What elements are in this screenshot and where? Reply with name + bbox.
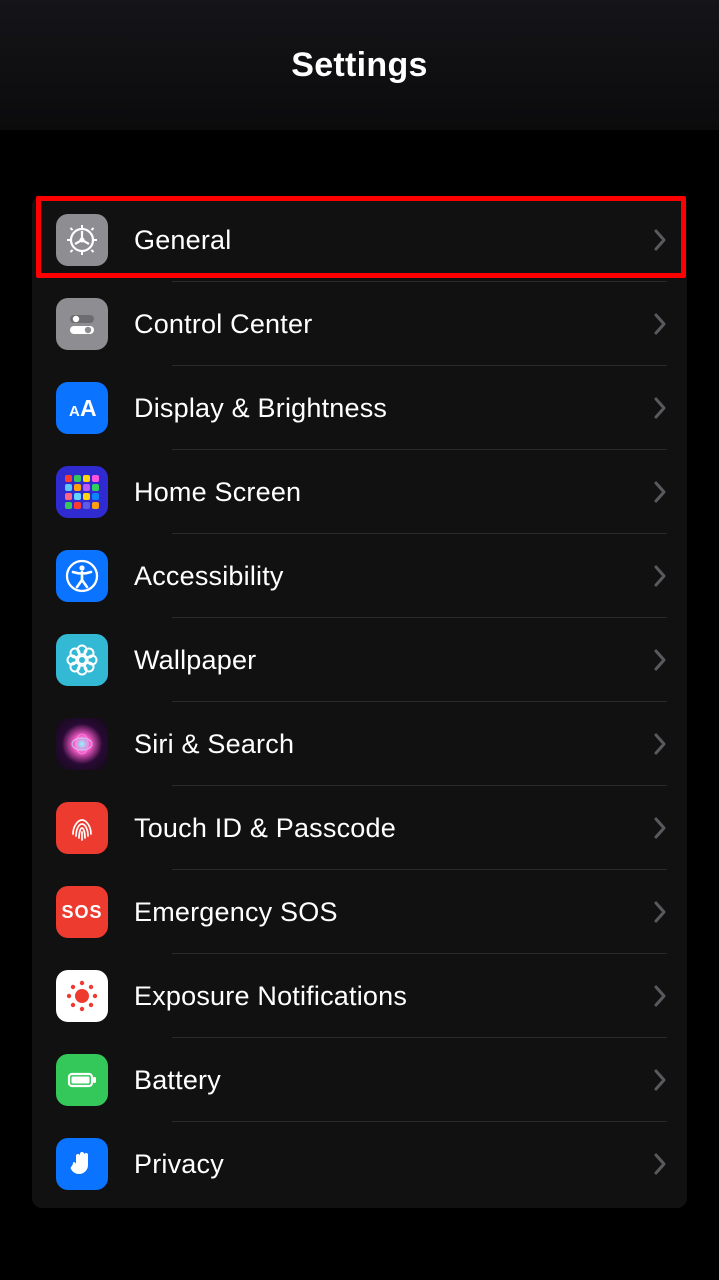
settings-row-exposure-notifications[interactable]: Exposure Notifications [32,954,687,1038]
settings-header: Settings [0,0,719,130]
gear-icon [56,214,108,266]
settings-row-label: Privacy [134,1149,653,1180]
text-size-icon: A A [56,382,108,434]
fingerprint-icon [56,802,108,854]
chevron-right-icon [653,648,667,672]
settings-row-label: Accessibility [134,561,653,592]
chevron-right-icon [653,984,667,1008]
settings-row-general[interactable]: General [32,198,687,282]
settings-row-accessibility[interactable]: Accessibility [32,534,687,618]
chevron-right-icon [653,564,667,588]
sos-icon: SOS [56,886,108,938]
battery-icon [56,1054,108,1106]
chevron-right-icon [653,1152,667,1176]
settings-row-emergency-sos[interactable]: SOS Emergency SOS [32,870,687,954]
toggles-icon [56,298,108,350]
settings-row-label: Control Center [134,309,653,340]
settings-row-touch-id-passcode[interactable]: Touch ID & Passcode [32,786,687,870]
chevron-right-icon [653,1068,667,1092]
settings-row-battery[interactable]: Battery [32,1038,687,1122]
settings-row-label: Touch ID & Passcode [134,813,653,844]
chevron-right-icon [653,396,667,420]
settings-row-label: Exposure Notifications [134,981,653,1012]
settings-row-label: Siri & Search [134,729,653,760]
chevron-right-icon [653,480,667,504]
flower-icon [56,634,108,686]
settings-row-display-brightness[interactable]: A A Display & Brightness [32,366,687,450]
settings-row-label: Wallpaper [134,645,653,676]
settings-row-wallpaper[interactable]: Wallpaper [32,618,687,702]
exposure-icon [56,970,108,1022]
siri-icon [56,718,108,770]
page-title: Settings [291,46,428,85]
chevron-right-icon [653,228,667,252]
settings-row-privacy[interactable]: Privacy [32,1122,687,1206]
settings-row-label: Home Screen [134,477,653,508]
settings-row-label: Emergency SOS [134,897,653,928]
chevron-right-icon [653,816,667,840]
chevron-right-icon [653,312,667,336]
settings-row-label: Battery [134,1065,653,1096]
svg-text:A: A [69,403,80,420]
accessibility-icon [56,550,108,602]
chevron-right-icon [653,732,667,756]
svg-text:A: A [80,395,97,421]
settings-content: General Control Center [0,130,719,1280]
settings-row-label: Display & Brightness [134,393,653,424]
app-grid-icon [56,466,108,518]
settings-row-control-center[interactable]: Control Center [32,282,687,366]
settings-row-home-screen[interactable]: Home Screen [32,450,687,534]
settings-list: General Control Center [32,196,687,1208]
hand-icon [56,1138,108,1190]
settings-row-label: General [134,225,653,256]
settings-row-siri-search[interactable]: Siri & Search [32,702,687,786]
chevron-right-icon [653,900,667,924]
